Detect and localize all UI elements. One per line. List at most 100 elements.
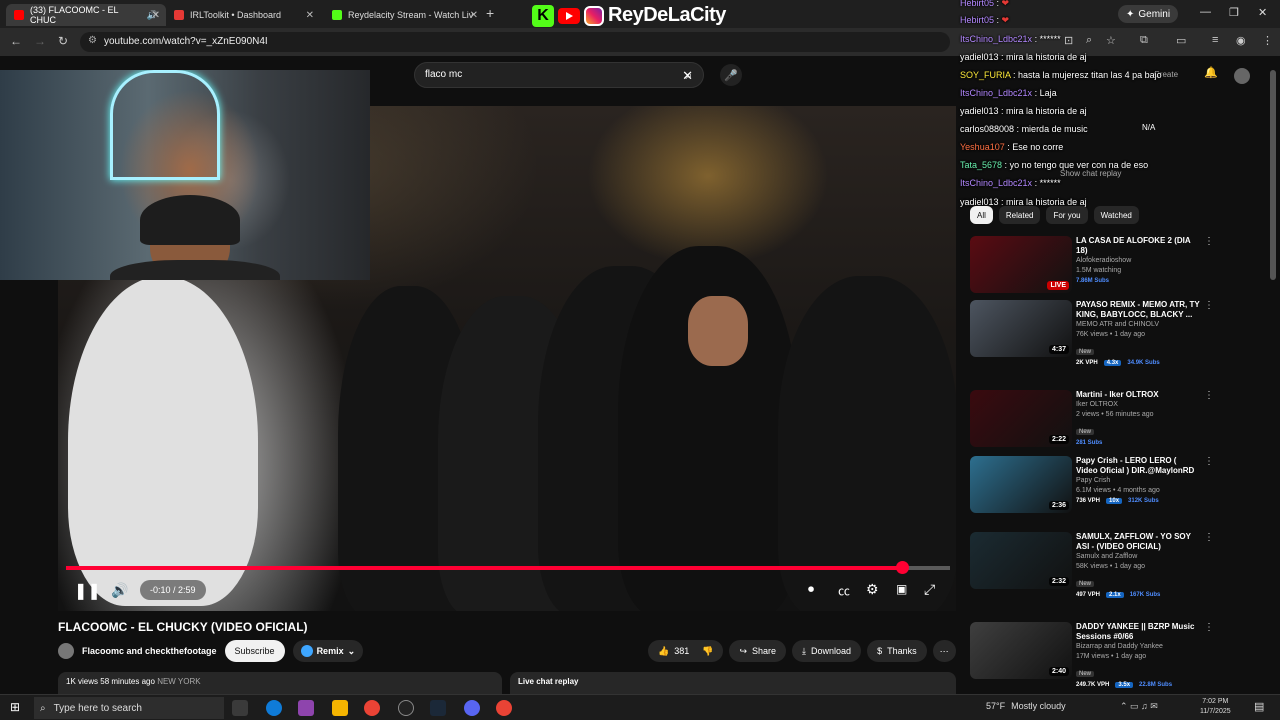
video-title[interactable]: DADDY YANKEE || BZRP Music Sessions #0/6… bbox=[1076, 622, 1200, 642]
task-view-icon[interactable] bbox=[232, 700, 248, 716]
weather-widget[interactable]: 57°F Mostly cloudy bbox=[986, 701, 1066, 711]
recommended-video[interactable]: 2:36 Papy Crish - LERO LERO ( Video Ofici… bbox=[970, 456, 1214, 518]
video-figure bbox=[778, 276, 956, 611]
thumbs-down-icon[interactable]: 👎 bbox=[702, 646, 713, 657]
channel-name[interactable]: Alofokeradioshow bbox=[1076, 256, 1200, 266]
video-thumbnail[interactable]: LIVE bbox=[970, 236, 1072, 293]
download-button[interactable]: ⤓ Download bbox=[792, 640, 862, 662]
site-info-icon[interactable]: ⚙ bbox=[88, 35, 97, 46]
search-input[interactable]: flaco mc ✕ bbox=[414, 62, 704, 88]
share-button[interactable]: ↪ Share bbox=[729, 640, 787, 662]
taskbar-search[interactable]: ⌕ Type here to search bbox=[34, 697, 224, 719]
remix-button[interactable]: Remix ⌄ bbox=[292, 640, 364, 662]
chrome-icon[interactable] bbox=[364, 700, 380, 716]
volume-icon[interactable]: 🔊 bbox=[111, 582, 128, 599]
more-options-icon[interactable]: ⋮ bbox=[1204, 236, 1214, 247]
description-box[interactable]: 1K views 58 minutes ago NEW YORK bbox=[58, 672, 502, 694]
more-options-icon[interactable]: ⋮ bbox=[1204, 622, 1214, 633]
pause-icon[interactable]: ❚❚ bbox=[74, 581, 101, 601]
chat-username: yadiel013 bbox=[960, 52, 999, 62]
scrollbar[interactable] bbox=[1270, 70, 1276, 280]
tab-irltoolkit[interactable]: IRLToolkit • Dashboard ✕ bbox=[166, 4, 320, 26]
channel-name[interactable]: MEMO ATR and CHINOLV bbox=[1076, 320, 1200, 330]
video-thumbnail[interactable]: 4:37 bbox=[970, 300, 1072, 357]
recommended-video[interactable]: 2:22 Martini - Iker OLTROX Iker OLTROX 2 vi… bbox=[970, 390, 1214, 452]
chip-all[interactable]: All bbox=[970, 206, 993, 224]
chat-message: Hebirt05 : ❤ bbox=[960, 0, 1009, 9]
close-tab-icon[interactable]: ✕ bbox=[470, 10, 478, 21]
forward-icon[interactable]: → bbox=[34, 34, 46, 48]
back-icon[interactable]: ← bbox=[10, 34, 22, 48]
close-tab-icon[interactable]: ✕ bbox=[152, 10, 160, 21]
tab-kick[interactable]: Reydelacity Stream - Watch Liv ✕ bbox=[324, 4, 484, 26]
video-title[interactable]: SAMULX, ZAFFLOW - YO SOY ASI - (VIDEO OF… bbox=[1076, 532, 1200, 552]
chip-for-you[interactable]: For you bbox=[1046, 206, 1088, 224]
chip-related[interactable]: Related bbox=[998, 206, 1041, 224]
channel-name[interactable]: Flacoomc and checkthefootage bbox=[82, 646, 217, 656]
notification-center-icon[interactable]: ▤ bbox=[1254, 700, 1264, 713]
taskbar-clock[interactable]: 7:02 PM 11/7/2025 bbox=[1200, 697, 1231, 717]
recommended-video[interactable]: 4:37 PAYASO REMIX - MEMO ATR, TY KING, BA… bbox=[970, 300, 1214, 366]
system-tray-icons[interactable]: ⌃ ▭ ♫ ✉ bbox=[1120, 701, 1158, 712]
windows-start-icon[interactable]: ⊞ bbox=[10, 700, 20, 714]
profile-icon[interactable]: ◉ bbox=[1236, 34, 1246, 47]
chat-text: mira la historia de aj bbox=[1006, 52, 1087, 62]
close-tab-icon[interactable]: ✕ bbox=[306, 10, 314, 21]
location-tag[interactable]: NEW YORK bbox=[157, 677, 200, 686]
settings-gear-icon[interactable]: ⚙ bbox=[866, 581, 879, 598]
video-title[interactable]: Papy Crish - LERO LERO ( Video Oficial )… bbox=[1076, 456, 1200, 476]
recommended-video[interactable]: 2:40 DADDY YANKEE || BZRP Music Sessions … bbox=[970, 622, 1214, 688]
url-field[interactable]: ⚙ youtube.com/watch?v=_xZnE090N4I bbox=[80, 32, 950, 52]
progress-fill bbox=[66, 566, 903, 570]
tab-label: Reydelacity Stream - Watch Liv bbox=[348, 10, 474, 20]
miniplayer-icon[interactable]: ▣ bbox=[896, 582, 907, 596]
app-icon[interactable] bbox=[298, 700, 314, 716]
close-window-icon[interactable]: ✕ bbox=[1258, 6, 1267, 19]
autoplay-toggle[interactable]: ⏺ bbox=[808, 582, 814, 597]
channel-name[interactable]: Iker OLTROX bbox=[1076, 400, 1200, 410]
chrome-active-icon[interactable] bbox=[496, 700, 512, 716]
channel-name[interactable]: Papy Crish bbox=[1076, 476, 1200, 486]
channel-name[interactable]: Bizarrap and Daddy Yankee bbox=[1076, 642, 1200, 652]
obs-icon[interactable] bbox=[398, 700, 414, 716]
subscribe-button[interactable]: Subscribe bbox=[224, 640, 285, 662]
more-options-icon[interactable]: ⋮ bbox=[1204, 300, 1214, 311]
video-thumbnail[interactable]: 2:22 bbox=[970, 390, 1072, 447]
video-title[interactable]: Martini - Iker OLTROX bbox=[1076, 390, 1200, 400]
steam-icon[interactable] bbox=[430, 700, 446, 716]
video-info: Martini - Iker OLTROX Iker OLTROX 2 views … bbox=[1076, 390, 1200, 446]
more-actions-icon[interactable]: ⋯ bbox=[932, 640, 956, 662]
video-thumbnail[interactable]: 2:40 bbox=[970, 622, 1072, 679]
live-chat-replay-bar[interactable]: Live chat replay bbox=[510, 672, 956, 694]
account-avatar[interactable] bbox=[1234, 68, 1250, 84]
thanks-button[interactable]: $ Thanks bbox=[867, 640, 927, 662]
recommended-video[interactable]: LIVE LA CASA DE ALOFOKE 2 (DIA 18) Alofoke… bbox=[970, 236, 1214, 298]
reload-icon[interactable]: ↻ bbox=[58, 34, 68, 48]
like-count: 381 bbox=[674, 646, 690, 656]
captions-icon[interactable]: ㏄ bbox=[838, 582, 850, 599]
fullscreen-icon[interactable]: ⤢ bbox=[924, 581, 935, 598]
recommended-video[interactable]: 2:32 SAMULX, ZAFFLOW - YO SOY ASI - (VIDE… bbox=[970, 532, 1214, 598]
search-icon[interactable]: ⌕ bbox=[676, 62, 702, 88]
channel-name[interactable]: Samulx and Zafflow bbox=[1076, 552, 1200, 562]
browser-menu-icon[interactable]: ⋮ bbox=[1262, 34, 1273, 47]
discord-icon[interactable] bbox=[464, 700, 480, 716]
video-progress-bar[interactable] bbox=[66, 561, 950, 574]
instagram-logo-icon bbox=[584, 5, 604, 26]
video-title[interactable]: LA CASA DE ALOFOKE 2 (DIA 18) bbox=[1076, 236, 1200, 256]
like-button[interactable]: 👍 381 👎 bbox=[648, 640, 724, 662]
new-tab-button[interactable]: + bbox=[486, 5, 494, 21]
more-options-icon[interactable]: ⋮ bbox=[1204, 456, 1214, 467]
more-options-icon[interactable]: ⋮ bbox=[1204, 390, 1214, 401]
file-explorer-icon[interactable] bbox=[332, 700, 348, 716]
microphone-icon[interactable]: 🎤 bbox=[720, 64, 742, 86]
chip-watched[interactable]: Watched bbox=[1093, 206, 1139, 224]
video-thumbnail[interactable]: 2:32 bbox=[970, 532, 1072, 589]
maximize-icon[interactable]: ❐ bbox=[1229, 6, 1239, 19]
channel-avatar[interactable] bbox=[58, 643, 74, 659]
video-thumbnail[interactable]: 2:36 bbox=[970, 456, 1072, 513]
video-title[interactable]: PAYASO REMIX - MEMO ATR, TY KING, BABYLO… bbox=[1076, 300, 1200, 320]
more-options-icon[interactable]: ⋮ bbox=[1204, 532, 1214, 543]
edge-icon[interactable] bbox=[266, 700, 282, 716]
tab-youtube[interactable]: (33) FLACOOMC - EL CHUC 🔊 ✕ bbox=[6, 4, 166, 26]
